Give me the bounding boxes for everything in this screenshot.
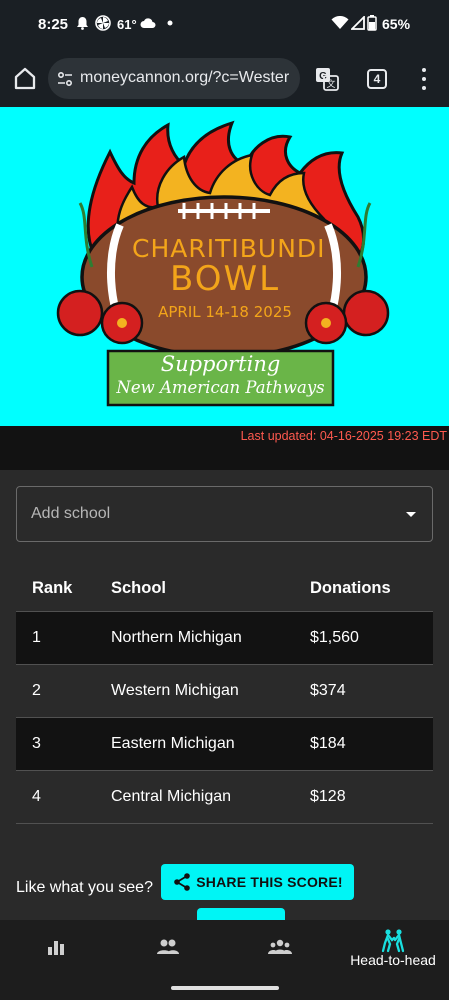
rank-cell: 1 [16,611,95,665]
donations-cell: $184 [294,717,433,771]
status-bar: 8:25 61° 65% [0,0,449,50]
nav-label-head-to-head: Head-to-head [350,952,436,968]
battery-icon [366,14,378,32]
school-cell: Northern Michigan [95,611,294,665]
alarm-icon [74,14,90,32]
dropdown-caret-icon [406,512,416,517]
rank-cell: 3 [16,717,95,771]
tab-switcher-button[interactable]: 4 [367,69,387,89]
dot-icon [162,14,178,32]
table-row: 3 Eastern Michigan $184 [16,717,433,771]
school-cell: Central Michigan [95,770,294,824]
leaderboard-table: Rank School Donations 1 Northern Michiga… [16,566,433,824]
rank-cell: 4 [16,770,95,824]
school-cell: Eastern Michigan [95,717,294,771]
secondary-button[interactable] [197,908,285,920]
home-icon[interactable] [11,64,39,92]
status-time: 8:25 [38,16,69,33]
header-school: School [95,566,294,612]
nav-item-stats[interactable] [0,920,112,1000]
rank-cell: 2 [16,664,95,718]
last-updated-text: Last updated: 04-16-2025 19:23 EDT [240,429,447,443]
cloud-icon [140,14,156,32]
wifi-icon [331,14,349,32]
head-to-head-icon [381,929,405,953]
people-icon [157,939,179,954]
status-temperature: 61° [117,17,137,32]
url-text: moneycannon.org/?c=Wester [80,69,290,86]
overflow-menu-icon[interactable] [416,68,432,90]
bar-chart-icon [48,941,64,955]
svg-text:文: 文 [326,78,335,90]
table-header-row: Rank School Donations [16,566,433,612]
browser-toolbar: moneycannon.org/?c=Wester G文 4 [0,50,449,107]
translate-icon[interactable]: G文 [314,66,340,92]
address-bar[interactable]: moneycannon.org/?c=Wester [48,58,300,99]
site-settings-icon[interactable] [56,70,74,88]
groups-icon [268,939,292,954]
table-row: 4 Central Michigan $128 [16,770,433,824]
share-button-label: SHARE THIS SCORE! [196,874,343,890]
logo-title-line2: BOWL [169,259,281,299]
donations-cell: $374 [294,664,433,718]
share-score-button[interactable]: SHARE THIS SCORE! [161,864,354,900]
table-row: 2 Western Michigan $374 [16,664,433,718]
banner-line1: Supporting [160,352,281,376]
share-icon [174,873,191,891]
leaderboard-card: Add school Rank School Donations 1 North… [0,470,449,920]
add-school-select[interactable]: Add school [16,486,433,542]
header-donations: Donations [294,566,433,612]
gesture-home-indicator[interactable] [171,986,279,990]
school-cell: Western Michigan [95,664,294,718]
header-rank: Rank [16,566,95,612]
battery-percent: 65% [382,16,411,32]
table-row: 1 Northern Michigan $1,560 [16,611,433,665]
hero-banner: CHARITIBUNDI BOWL APRIL 14-18 2025 Suppo… [0,107,449,426]
nav-item-head-to-head[interactable]: Head-to-head [337,920,449,1000]
banner-line2: New American Pathways [116,378,325,397]
pinwheel-icon [95,14,111,32]
donations-cell: $128 [294,770,433,824]
signal-icon [350,14,366,32]
add-school-label: Add school [31,505,111,522]
share-prompt: Like what you see? [16,879,153,896]
logo-dates: APRIL 14-18 2025 [158,303,292,321]
donations-cell: $1,560 [294,611,433,665]
